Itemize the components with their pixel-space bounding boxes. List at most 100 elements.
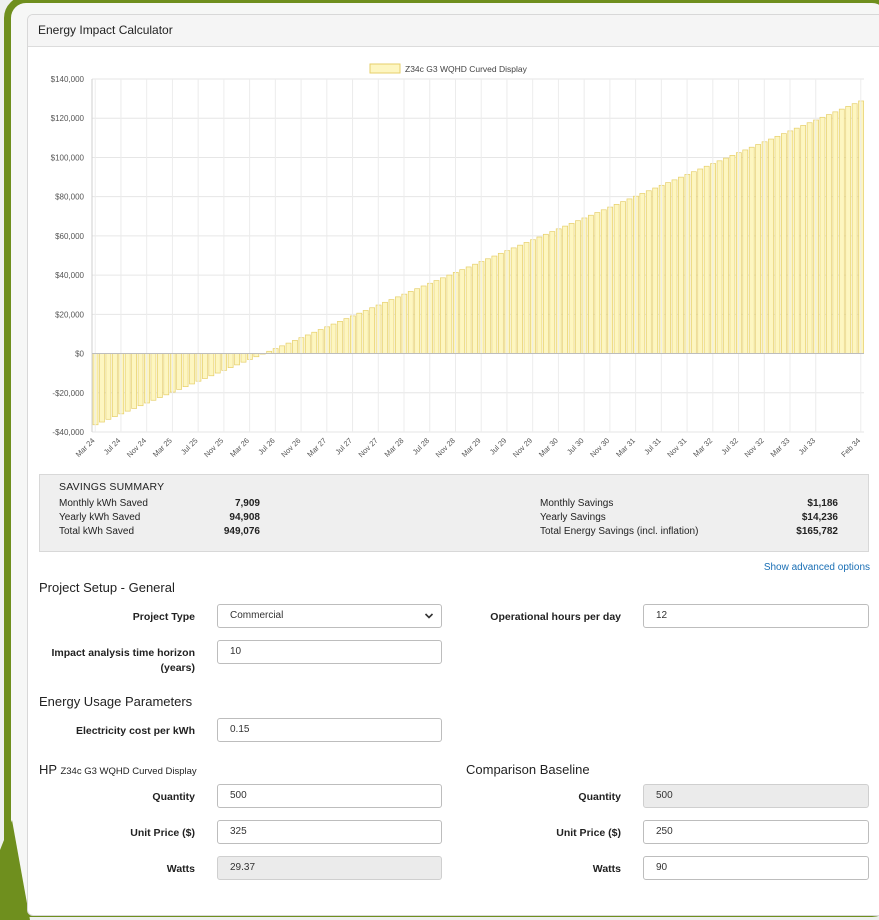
y-tick-label: $0 <box>75 350 84 359</box>
x-tick-label: Nov 32 <box>743 436 766 459</box>
legend-swatch <box>369 63 401 74</box>
x-tick-label: Jul 26 <box>256 436 277 457</box>
chart-bar <box>485 258 491 354</box>
savings-summary: SAVINGS SUMMARY Monthly kWh Saved 7,909 … <box>39 474 869 552</box>
chart-bar <box>588 214 594 354</box>
chart-bar <box>465 266 472 354</box>
chart-bar <box>620 201 626 354</box>
electricity-cost-label: Electricity cost per kWh <box>75 725 195 737</box>
x-tick-label: Mar 26 <box>228 436 251 459</box>
chart-bar <box>311 331 318 354</box>
chart-bar <box>163 353 170 396</box>
chart-bar <box>838 108 845 354</box>
x-tick-label: Mar 30 <box>537 436 560 459</box>
summary-total-kwh-value: 949,076 <box>223 526 260 537</box>
calculator-panel: Energy Impact Calculator Z34c G3 WQHD Cu… <box>27 14 879 916</box>
chart-bar <box>407 291 414 354</box>
x-tick-label: Nov 25 <box>202 436 225 459</box>
chart-bar <box>568 223 575 354</box>
chevron-down-icon <box>424 613 434 619</box>
chart-bar <box>459 269 466 354</box>
chart-bar <box>845 106 852 354</box>
chart-bar <box>189 353 195 385</box>
chart-bar <box>594 212 601 354</box>
time-horizon-label-line1: Impact analysis time horizon <box>51 647 195 659</box>
chart-bar <box>279 345 285 354</box>
chart-bar <box>304 334 311 354</box>
y-tick-label: $100,000 <box>51 153 85 162</box>
chart-bar <box>549 231 556 354</box>
chart-bar <box>111 353 118 417</box>
summary-monthly-kwh-value: 7,909 <box>234 498 260 509</box>
chart-bar <box>131 353 137 409</box>
baseline-unit-price-input[interactable]: 250 <box>643 820 869 844</box>
electricity-cost-input[interactable]: 0.15 <box>217 718 442 742</box>
savings-bar-chart: Z34c G3 WQHD Curved Display $140,000 $120,… <box>51 63 864 459</box>
x-tick-label: Nov 27 <box>357 436 380 459</box>
chart-bar <box>729 155 736 354</box>
chart-bar <box>678 176 684 354</box>
time-horizon-input[interactable]: 10 <box>217 640 442 664</box>
x-tick-label: Jul 32 <box>719 436 740 457</box>
section-title-product: HP Z34c G3 WQHD Curved Display <box>39 762 197 777</box>
x-tick-label: Nov 30 <box>588 436 611 459</box>
x-tick-label: Jul 27 <box>333 436 354 457</box>
chart-bar <box>536 236 543 354</box>
chart-bar <box>690 171 697 354</box>
chart-bar <box>826 114 832 354</box>
chart-bar <box>433 280 440 354</box>
chart-bar <box>703 165 710 354</box>
chart-bar <box>234 353 240 366</box>
time-horizon-label-line2: (years) <box>160 662 195 674</box>
baseline-quantity-readonly: 500 <box>643 784 869 808</box>
panel-title: Energy Impact Calculator <box>28 15 879 47</box>
x-tick-label: Mar 29 <box>460 436 483 459</box>
product-unit-price-input[interactable]: 325 <box>217 820 442 844</box>
summary-total-savings-value: $165,782 <box>796 526 838 537</box>
section-title-general: Project Setup - General <box>39 580 175 595</box>
chart-bar <box>768 138 774 354</box>
y-tick-label: -$20,000 <box>52 389 84 398</box>
chart-bar <box>851 103 858 354</box>
operational-hours-input[interactable]: 12 <box>643 604 869 628</box>
chart-bar <box>542 233 549 354</box>
operational-hours-label: Operational hours per day <box>490 611 621 623</box>
chart-bar <box>156 353 163 398</box>
product-watts-label: Watts <box>166 863 195 875</box>
chart-bar <box>600 209 607 354</box>
summary-monthly-savings-label: Monthly Savings <box>540 498 614 509</box>
baseline-watts-input[interactable]: 90 <box>643 856 869 880</box>
product-quantity-input[interactable]: 500 <box>217 784 442 808</box>
chart-bar <box>214 353 221 374</box>
baseline-watts-label: Watts <box>592 863 621 875</box>
project-type-select[interactable]: Commercial <box>217 604 442 628</box>
chart-bar <box>613 204 620 354</box>
chart-bar <box>182 353 189 388</box>
chart-bar <box>723 157 729 354</box>
chart-bar <box>382 301 388 354</box>
x-tick-label: Jul 25 <box>179 436 200 457</box>
y-tick-label: $20,000 <box>55 310 84 319</box>
show-advanced-options-link[interactable]: Show advanced options <box>764 562 870 573</box>
x-tick-label: Nov 24 <box>125 436 148 459</box>
chart-bar <box>343 318 350 354</box>
chart-bar <box>472 263 478 354</box>
chart-bar <box>446 274 453 354</box>
chart-bar <box>99 353 105 423</box>
section-title-baseline: Comparison Baseline <box>466 762 590 777</box>
summary-yearly-savings-label: Yearly Savings <box>540 512 606 523</box>
chart-bar <box>742 149 749 354</box>
y-tick-label: $40,000 <box>55 271 84 280</box>
chart-bar <box>356 312 363 354</box>
product-model: Z34c G3 WQHD Curved Display <box>60 766 197 777</box>
x-tick-label: Jul 24 <box>102 436 123 457</box>
chart-bar <box>716 160 723 354</box>
summary-total-kwh-label: Total kWh Saved <box>59 526 135 537</box>
chart-bar <box>806 122 813 354</box>
product-brand: HP <box>39 762 57 777</box>
y-tick-label: $120,000 <box>51 114 85 123</box>
x-tick-label: Mar 25 <box>151 436 174 459</box>
x-tick-label: Jul 33 <box>797 436 818 457</box>
chart-bar <box>420 285 427 354</box>
x-tick-label: Nov 31 <box>665 436 688 459</box>
